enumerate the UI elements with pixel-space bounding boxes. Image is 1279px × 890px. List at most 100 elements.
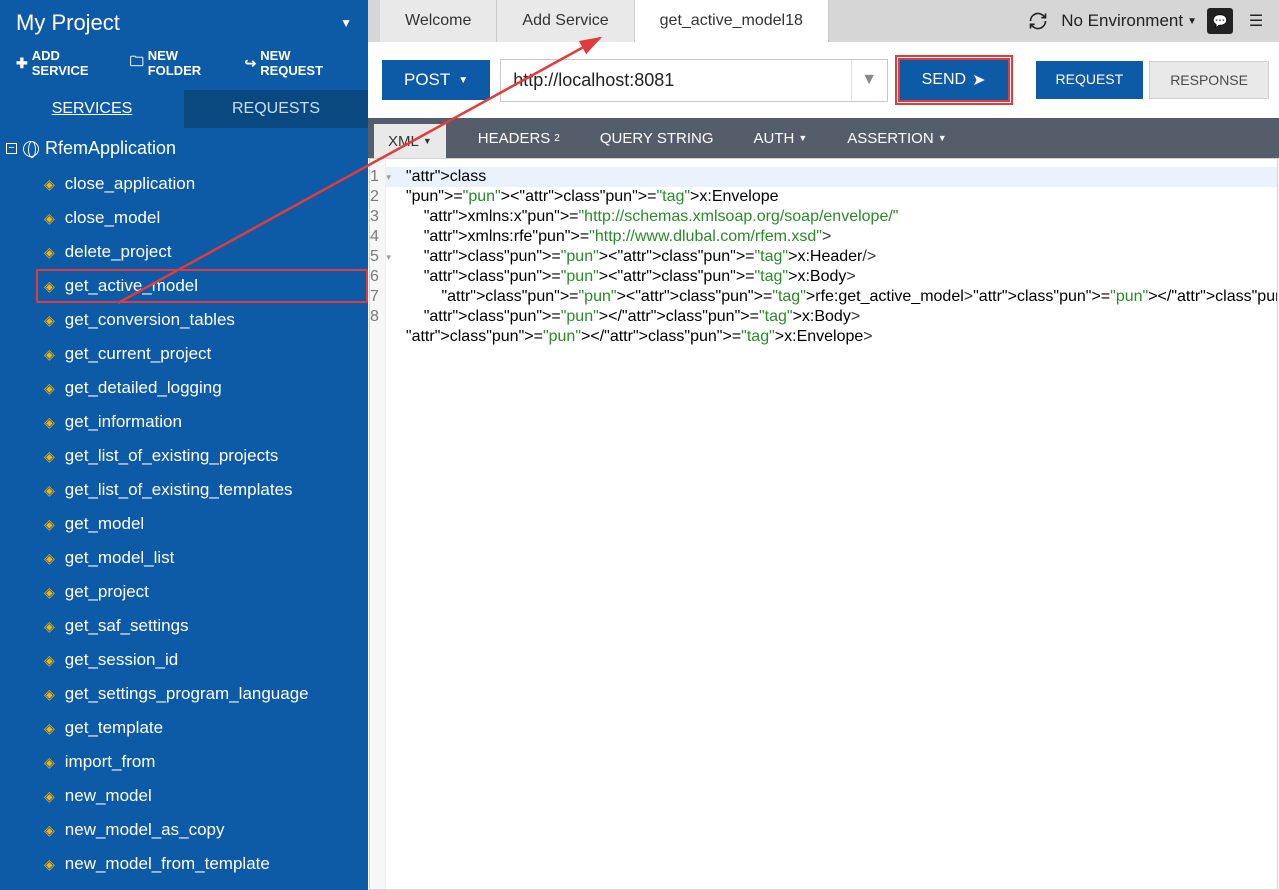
chevron-down-icon: ▼ xyxy=(458,75,468,86)
operation-get_list_of_existing_projects[interactable]: ◈ get_list_of_existing_projects xyxy=(36,439,368,473)
sidebar: My Project ▼ ✚ADD SERVICE 🗀NEW FOLDER ↪N… xyxy=(0,0,368,890)
folder-plus-icon: 🗀 xyxy=(130,51,144,75)
url-box: ▼ xyxy=(500,59,887,102)
tab-requests[interactable]: REQUESTS xyxy=(184,90,368,128)
layers-icon: ◈ xyxy=(44,686,55,703)
tab-services[interactable]: SERVICES xyxy=(0,90,184,128)
operation-label: get_settings_program_language xyxy=(65,684,309,704)
arrow-out-icon: ↪ xyxy=(244,55,256,72)
layers-icon: ◈ xyxy=(44,822,55,839)
operation-get_session_id[interactable]: ◈ get_session_id xyxy=(36,643,368,677)
chevron-down-icon: ▼ xyxy=(1187,16,1197,27)
operation-get_active_model[interactable]: ◈ get_active_model xyxy=(36,269,368,303)
layers-icon: ◈ xyxy=(44,788,55,805)
layers-icon: ◈ xyxy=(44,244,55,261)
main-panel: WelcomeAdd Serviceget_active_model18 No … xyxy=(368,0,1279,890)
operation-label: get_information xyxy=(65,412,182,432)
collapse-icon[interactable]: − xyxy=(6,143,17,154)
layers-icon: ◈ xyxy=(44,414,55,431)
layers-icon: ◈ xyxy=(44,618,55,635)
new-folder-button[interactable]: 🗀NEW FOLDER xyxy=(130,48,231,78)
operation-new_model_from_template[interactable]: ◈new_model_from_template xyxy=(36,847,368,881)
code-content[interactable]: "attr">class"pun">="pun"><"attr">class"p… xyxy=(386,159,1278,889)
operation-get_model[interactable]: ◈ get_model xyxy=(36,507,368,541)
operation-new_model_as_copy[interactable]: ◈ new_model_as_copy xyxy=(36,813,368,847)
xml-editor[interactable]: 12345678 "attr">class"pun">="pun"><"attr… xyxy=(369,158,1278,890)
layers-icon: ◈ xyxy=(44,652,55,669)
subtab-query[interactable]: QUERY STRING xyxy=(592,118,722,158)
project-title: My Project xyxy=(16,10,120,36)
operation-get_current_project[interactable]: ◈get_current_project xyxy=(36,337,368,371)
layers-icon: ◈ xyxy=(44,720,55,737)
layers-icon: ◈ xyxy=(44,856,55,873)
body-subtabs: XML ▼ HEADERS2 QUERY STRING AUTH ▼ ASSER… xyxy=(368,118,1279,158)
operation-get_list_of_existing_templates[interactable]: ◈ get_list_of_existing_templates xyxy=(36,473,368,507)
chevron-down-icon: ▼ xyxy=(798,133,807,143)
chevron-down-icon: ▼ xyxy=(938,133,947,143)
operation-label: get_project xyxy=(65,582,149,602)
operation-label: get_session_id xyxy=(65,650,178,670)
layers-icon: ◈ xyxy=(44,584,55,601)
operation-import_from[interactable]: ◈import_from xyxy=(36,745,368,779)
response-tab[interactable]: RESPONSE xyxy=(1149,61,1269,99)
subtab-assertion[interactable]: ASSERTION ▼ xyxy=(839,118,954,158)
operation-get_template[interactable]: ◈ get_template xyxy=(36,711,368,745)
operation-close_application[interactable]: ◈close_application xyxy=(36,167,368,201)
operation-label: new_model_as_copy xyxy=(65,820,225,840)
service-name: RfemApplication xyxy=(45,138,176,159)
layers-icon: ◈ xyxy=(44,346,55,363)
request-row: POST▼ ▼ SEND➤ REQUEST RESPONSE xyxy=(368,42,1279,112)
top-tab[interactable]: get_active_model18 xyxy=(635,0,829,42)
operation-get_saf_settings[interactable]: ◈get_saf_settings xyxy=(36,609,368,643)
layers-icon: ◈ xyxy=(44,312,55,329)
operation-label: close_application xyxy=(65,174,195,194)
top-tab[interactable]: Welcome xyxy=(380,0,497,42)
environment-selector[interactable]: No Environment▼ xyxy=(1061,11,1197,31)
operation-label: import_from xyxy=(65,752,156,772)
operation-label: get_list_of_existing_projects xyxy=(65,446,279,466)
operation-delete_project[interactable]: ◈ delete_project xyxy=(36,235,368,269)
operation-label: get_list_of_existing_templates xyxy=(65,480,293,500)
subtab-headers[interactable]: HEADERS2 xyxy=(470,118,568,158)
sidebar-tabs: SERVICES REQUESTS xyxy=(0,90,368,128)
operation-list: ◈close_application◈close_model◈delete_pr… xyxy=(0,163,368,881)
layers-icon: ◈ xyxy=(44,516,55,533)
operation-new_model[interactable]: ◈new_model xyxy=(36,779,368,813)
service-node[interactable]: − RfemApplication xyxy=(0,134,368,163)
chat-icon[interactable]: 💬 xyxy=(1207,8,1233,34)
operation-label: get_active_model xyxy=(65,276,198,296)
layers-icon: ◈ xyxy=(44,448,55,465)
send-icon: ➤ xyxy=(972,70,985,90)
url-history-dropdown[interactable]: ▼ xyxy=(851,60,887,101)
layers-icon: ◈ xyxy=(44,380,55,397)
url-input[interactable] xyxy=(501,60,850,101)
method-selector[interactable]: POST▼ xyxy=(382,60,490,100)
subtab-xml[interactable]: XML ▼ xyxy=(374,124,446,158)
operation-get_project[interactable]: ◈ get_project xyxy=(36,575,368,609)
top-tab-bar: WelcomeAdd Serviceget_active_model18 No … xyxy=(368,0,1279,42)
operation-label: get_template xyxy=(65,718,163,738)
operation-get_settings_program_language[interactable]: ◈ get_settings_program_language xyxy=(36,677,368,711)
refresh-icon[interactable] xyxy=(1025,8,1051,34)
line-gutter: 12345678 xyxy=(370,159,386,889)
top-tab[interactable]: Add Service xyxy=(497,0,634,42)
operation-get_conversion_tables[interactable]: ◈get_conversion_tables xyxy=(36,303,368,337)
operation-label: get_model xyxy=(65,514,144,534)
layers-icon: ◈ xyxy=(44,482,55,499)
operation-get_model_list[interactable]: ◈get_model_list xyxy=(36,541,368,575)
operation-label: close_model xyxy=(65,208,160,228)
add-service-button[interactable]: ✚ADD SERVICE xyxy=(16,48,116,78)
service-tree: − RfemApplication ◈close_application◈clo… xyxy=(0,128,368,890)
subtab-auth[interactable]: AUTH ▼ xyxy=(746,118,816,158)
project-header[interactable]: My Project ▼ xyxy=(0,0,368,44)
send-button[interactable]: SEND➤ xyxy=(898,58,1010,102)
layers-icon: ◈ xyxy=(44,278,55,295)
operation-get_information[interactable]: ◈ get_information xyxy=(36,405,368,439)
plus-circle-icon: ✚ xyxy=(16,55,28,72)
operation-get_detailed_logging[interactable]: ◈get_detailed_logging xyxy=(36,371,368,405)
menu-icon[interactable]: ☰ xyxy=(1243,8,1269,34)
operation-label: delete_project xyxy=(65,242,172,262)
new-request-button[interactable]: ↪NEW REQUEST xyxy=(244,48,352,78)
operation-close_model[interactable]: ◈close_model xyxy=(36,201,368,235)
request-tab[interactable]: REQUEST xyxy=(1036,61,1144,99)
